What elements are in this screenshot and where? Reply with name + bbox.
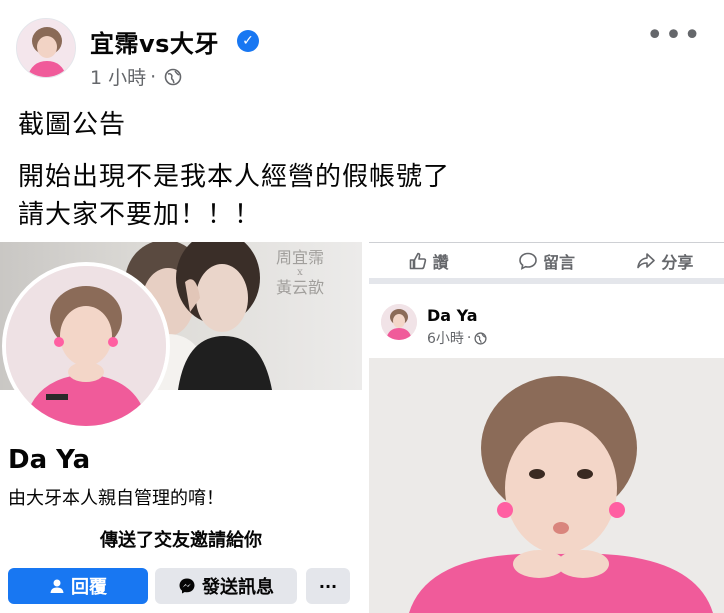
post-more-button[interactable]: •••: [646, 21, 702, 51]
person-icon: [50, 579, 64, 593]
post-meta: 1 小時 ·: [90, 63, 182, 90]
like-button[interactable]: 讚: [369, 249, 487, 273]
feed-separator: ·: [466, 330, 472, 346]
feed-author-name[interactable]: Da Ya: [427, 306, 478, 325]
profile-screenshot: 周宜霈 x 黃云歆 Da Ya 由大牙本人親自管理的唷！ 傳送了交友邀請給你 回…: [0, 242, 362, 613]
feed-screenshot: 讚 留言 分享 Da Ya 6小時 ·: [369, 242, 724, 613]
send-message-label: 發送訊息: [202, 577, 274, 598]
comment-icon: [519, 252, 537, 270]
feed-time[interactable]: 6小時: [427, 328, 464, 348]
cover-caption-bottom: 黃云歆: [275, 278, 324, 297]
post-time[interactable]: 1 小時: [90, 63, 146, 90]
post-text-line1: 截圖公告: [18, 110, 127, 140]
comment-button[interactable]: 留言: [487, 249, 605, 273]
send-message-button[interactable]: 發送訊息: [155, 568, 297, 604]
comment-label: 留言: [542, 252, 575, 272]
verified-badge-icon: ✓: [237, 30, 259, 52]
profile-more-button[interactable]: ···: [306, 568, 350, 604]
feed-avatar[interactable]: [381, 304, 417, 340]
messenger-icon: [179, 578, 195, 594]
friend-request-text: 傳送了交友邀請給你: [100, 530, 262, 551]
cover-caption: 周宜霈 x 黃云歆: [270, 248, 330, 298]
like-label: 讚: [432, 252, 449, 272]
reply-button[interactable]: 回覆: [8, 568, 148, 604]
globe-icon: [164, 68, 182, 85]
post-text: 截圖公告 開始出現不是我本人經營的假帳號了 請大家不要加！！！: [18, 106, 450, 248]
share-icon: [637, 252, 656, 268]
profile-name: Da Ya: [8, 445, 91, 475]
post-text-line2: 開始出現不是我本人經營的假帳號了 請大家不要加！！！: [18, 162, 451, 230]
profile-picture[interactable]: [2, 262, 170, 430]
feed-post-header: Da Ya 6小時 ·: [369, 290, 724, 356]
reply-label: 回覆: [71, 577, 107, 598]
share-label: 分享: [661, 252, 694, 272]
author-name[interactable]: 宜霈vs大牙: [90, 24, 219, 59]
profile-bio: 由大牙本人親自管理的唷！: [8, 488, 224, 509]
post-header: 宜霈vs大牙 ✓ 1 小時 · •••: [0, 0, 724, 95]
share-button[interactable]: 分享: [606, 249, 724, 273]
post-actions-bar: 讚 留言 分享: [369, 242, 724, 284]
thumbs-up-icon: [409, 252, 426, 269]
cover-caption-top: 周宜霈: [275, 248, 324, 267]
cover-caption-x: x: [297, 267, 303, 278]
author-avatar[interactable]: [16, 18, 76, 78]
meta-separator: ·: [150, 65, 157, 88]
feed-photo[interactable]: [369, 358, 724, 613]
feed-meta: 6小時 ·: [427, 328, 487, 348]
globe-icon: [474, 331, 487, 345]
